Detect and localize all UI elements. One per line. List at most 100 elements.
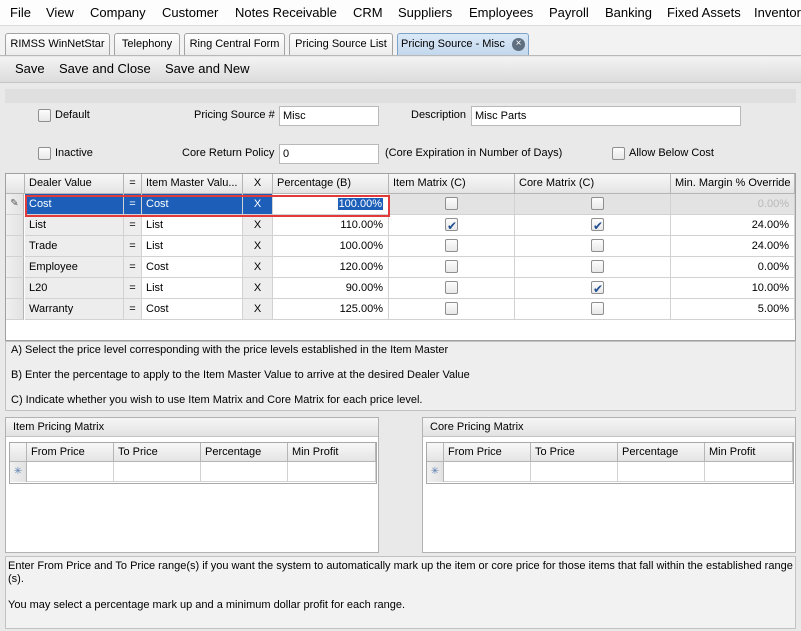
cell-item-master-value[interactable]: List [142, 236, 243, 257]
cell-item-master-value[interactable]: Cost [142, 299, 243, 320]
inactive-checkbox[interactable] [38, 147, 51, 160]
cell-min-margin[interactable]: 10.00% [671, 278, 795, 299]
cell-dealer-value[interactable]: Trade [25, 236, 124, 257]
cell-dealer-value[interactable]: Cost [25, 194, 124, 215]
core-matrix-checkbox[interactable] [591, 216, 604, 235]
cell-dealer-value[interactable]: L20 [25, 278, 124, 299]
core-matrix-checkbox[interactable] [591, 279, 604, 298]
menu-notes-receivable[interactable]: Notes Receivable [235, 5, 337, 20]
col-header-from-price[interactable]: From Price [27, 443, 114, 462]
cell-min-margin[interactable]: 5.00% [671, 299, 795, 320]
new-row-from-price[interactable] [444, 462, 531, 482]
cell-item-master-value[interactable]: List [142, 215, 243, 236]
menu-company[interactable]: Company [90, 5, 146, 20]
core-matrix-checkbox[interactable] [591, 239, 604, 252]
tab-ring-central-form[interactable]: Ring Central Form [184, 33, 285, 55]
new-row-to-price[interactable] [531, 462, 618, 482]
tab-pricing-source-misc[interactable]: Pricing Source - Misc × [397, 33, 529, 55]
cell-percentage[interactable]: 120.00% [273, 257, 389, 278]
cell-percentage[interactable]: 100.00% [273, 236, 389, 257]
col-header-equals[interactable]: = [124, 174, 142, 194]
cell-dealer-value[interactable]: List [25, 215, 124, 236]
menu-fixed-assets[interactable]: Fixed Assets [667, 5, 741, 20]
description-input[interactable] [471, 106, 741, 126]
cell-min-margin[interactable]: 24.00% [671, 236, 795, 257]
row-selector[interactable] [6, 215, 24, 236]
new-row-to-price[interactable] [114, 462, 201, 482]
toolbar: Save Save and Close Save and New [0, 57, 801, 83]
new-row-icon[interactable]: ✳ [10, 462, 27, 482]
new-row-percentage[interactable] [618, 462, 705, 482]
cell-min-margin[interactable]: 24.00% [671, 215, 795, 236]
row-selector[interactable] [6, 278, 24, 299]
menu-view[interactable]: View [46, 5, 74, 20]
new-row-min-profit[interactable] [705, 462, 793, 482]
cell-item-master-value[interactable]: Cost [142, 257, 243, 278]
core-matrix-checkbox[interactable] [591, 260, 604, 273]
col-header-min-profit[interactable]: Min Profit [288, 443, 376, 462]
item-matrix-checkbox[interactable] [445, 239, 458, 252]
cell-percentage[interactable]: 125.00% [273, 299, 389, 320]
cell-percentage[interactable]: 90.00% [273, 278, 389, 299]
col-header-x[interactable]: X [243, 174, 273, 194]
menu-payroll[interactable]: Payroll [549, 5, 589, 20]
cell-dealer-value[interactable]: Warranty [25, 299, 124, 320]
cell-percentage[interactable]: 110.00% [273, 215, 389, 236]
new-row-icon[interactable]: ✳ [427, 462, 444, 482]
row-selector[interactable] [6, 299, 24, 320]
col-header-min-margin-override[interactable]: Min. Margin % Override [671, 174, 795, 194]
tab-rimss-winnetstar[interactable]: RIMSS WinNetStar [5, 33, 110, 55]
item-matrix-checkbox[interactable] [445, 281, 458, 294]
instructions-box: A) Select the price level corresponding … [5, 341, 796, 411]
core-return-policy-input[interactable] [279, 144, 379, 164]
core-matrix-checkbox[interactable] [591, 197, 604, 210]
col-header-percentage[interactable]: Percentage [201, 443, 288, 462]
close-icon[interactable]: × [511, 37, 525, 51]
tab-pricing-source-list[interactable]: Pricing Source List [289, 33, 393, 55]
menu-banking[interactable]: Banking [605, 5, 652, 20]
save-and-close-button[interactable]: Save and Close [59, 61, 151, 76]
col-header-from-price[interactable]: From Price [444, 443, 531, 462]
menu-suppliers[interactable]: Suppliers [398, 5, 452, 20]
col-header-dealer-value[interactable]: Dealer Value [25, 174, 124, 194]
cell-percentage-editing[interactable]: 100.00% [273, 194, 389, 215]
core-pricing-matrix-title: Core Pricing Matrix [423, 418, 795, 437]
menu-employees[interactable]: Employees [469, 5, 533, 20]
new-row-min-profit[interactable] [288, 462, 376, 482]
cell-min-margin[interactable]: 0.00% [671, 257, 795, 278]
row-edit-indicator-icon[interactable]: ✎ [6, 194, 24, 215]
inactive-label: Inactive [55, 147, 93, 159]
col-header-item-master-value[interactable]: Item Master Valu... [142, 174, 243, 194]
allow-below-cost-checkbox[interactable] [612, 147, 625, 160]
pricing-source-input[interactable] [279, 106, 379, 126]
menu-inventory[interactable]: Inventory [754, 5, 801, 20]
new-row-from-price[interactable] [27, 462, 114, 482]
row-selector[interactable] [6, 257, 24, 278]
item-matrix-checkbox[interactable] [445, 197, 458, 210]
cell-min-margin[interactable]: 0.00% [671, 194, 795, 215]
menu-file[interactable]: File [10, 5, 31, 20]
percentage-value[interactable]: 100.00% [337, 198, 383, 210]
core-matrix-checkbox[interactable] [591, 302, 604, 315]
save-button[interactable]: Save [15, 61, 45, 76]
cell-item-master-value[interactable]: Cost [142, 194, 243, 215]
new-row-percentage[interactable] [201, 462, 288, 482]
col-header-to-price[interactable]: To Price [531, 443, 618, 462]
col-header-min-profit[interactable]: Min Profit [705, 443, 793, 462]
col-header-percentage[interactable]: Percentage (B) [273, 174, 389, 194]
menu-customer[interactable]: Customer [162, 5, 218, 20]
save-and-new-button[interactable]: Save and New [165, 61, 250, 76]
col-header-to-price[interactable]: To Price [114, 443, 201, 462]
item-matrix-checkbox[interactable] [445, 260, 458, 273]
col-header-item-matrix[interactable]: Item Matrix (C) [389, 174, 515, 194]
col-header-percentage[interactable]: Percentage [618, 443, 705, 462]
col-header-core-matrix[interactable]: Core Matrix (C) [515, 174, 671, 194]
cell-item-master-value[interactable]: List [142, 278, 243, 299]
default-checkbox[interactable] [38, 109, 51, 122]
menu-crm[interactable]: CRM [353, 5, 383, 20]
row-selector[interactable] [6, 236, 24, 257]
cell-dealer-value[interactable]: Employee [25, 257, 124, 278]
item-matrix-checkbox[interactable] [445, 216, 458, 235]
tab-telephony[interactable]: Telephony [114, 33, 180, 55]
item-matrix-checkbox[interactable] [445, 302, 458, 315]
